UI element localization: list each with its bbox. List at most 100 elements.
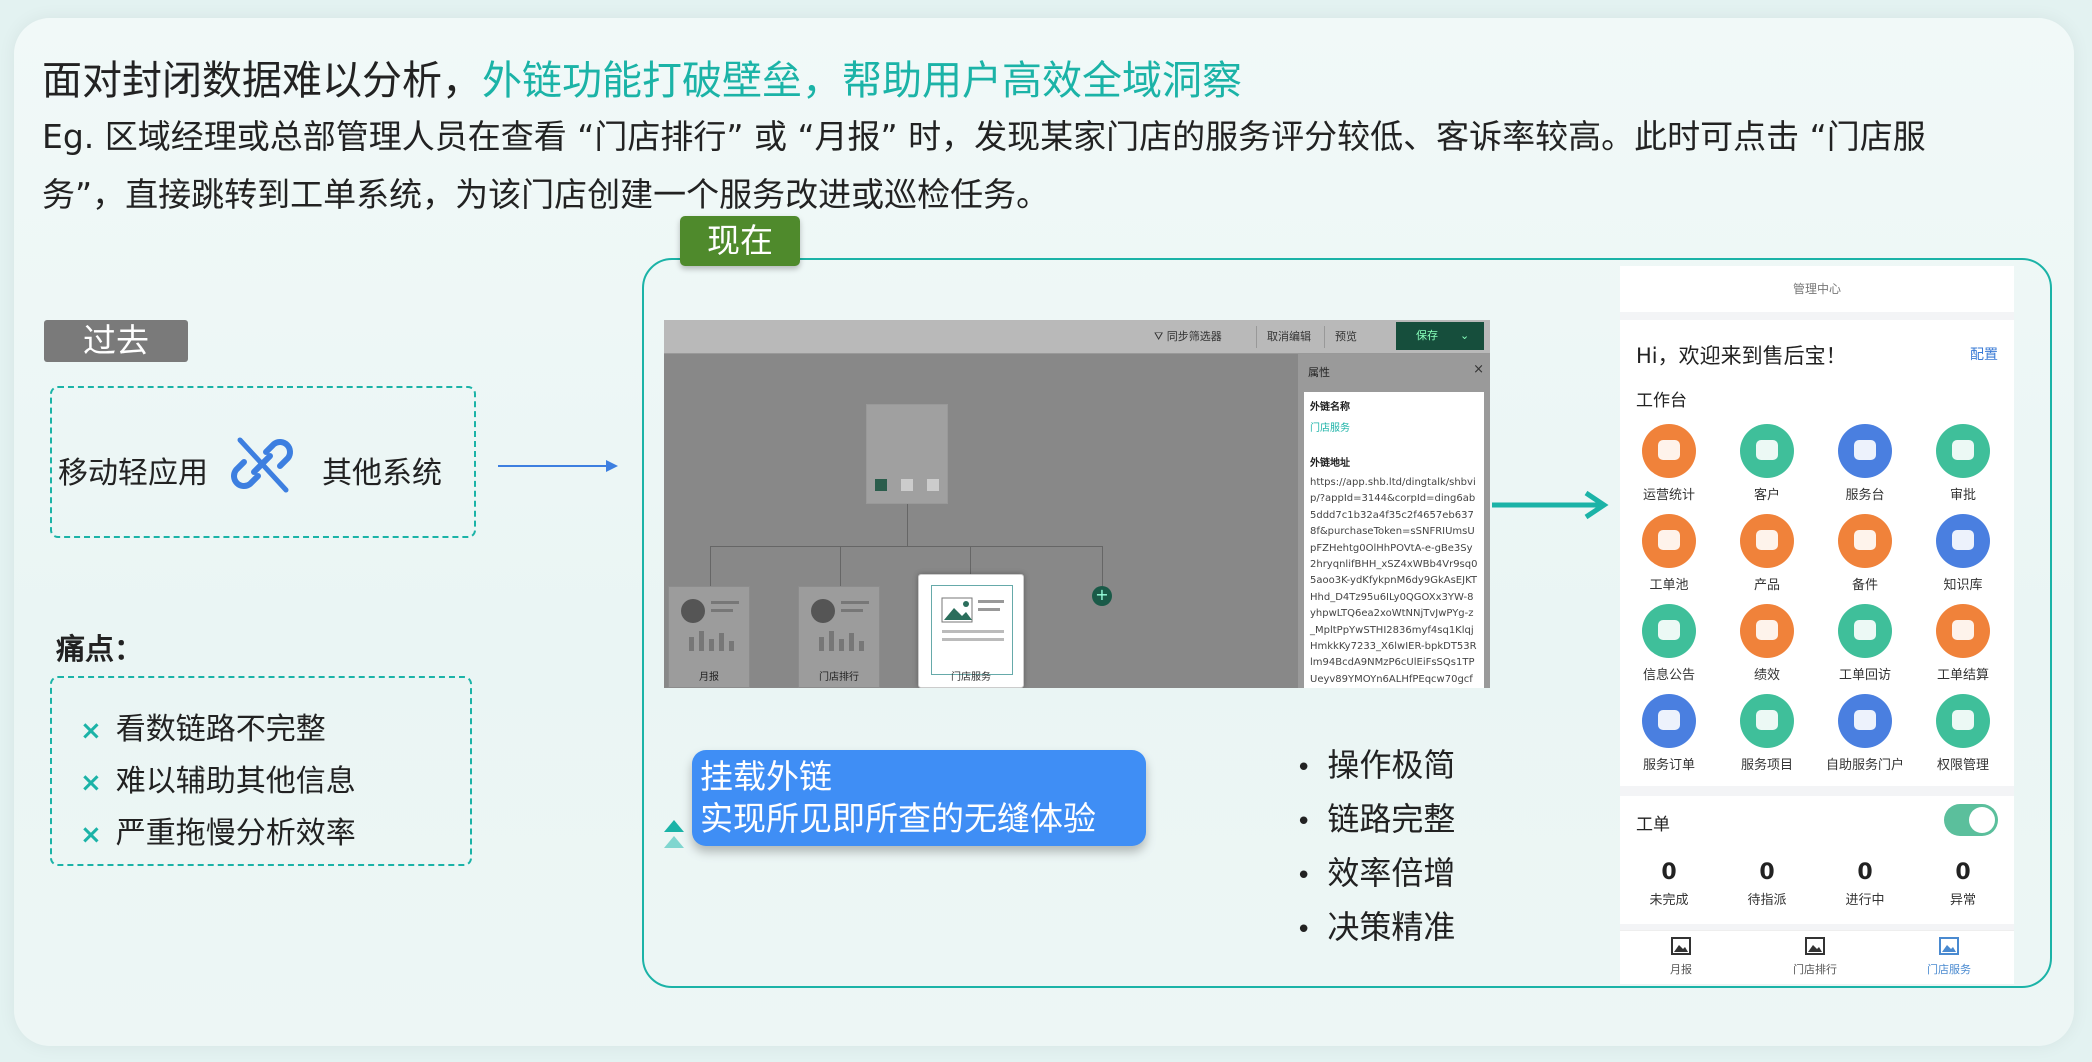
node-label: 门店排行 <box>819 672 859 683</box>
filter-icon: ⛛ <box>1154 330 1167 343</box>
app-icon <box>1838 604 1892 658</box>
stat-item[interactable]: 0 异常 <box>1914 860 2012 908</box>
app-tile[interactable]: 自助服务门户 <box>1816 694 1914 773</box>
app-tile[interactable]: 服务订单 <box>1620 694 1718 773</box>
mobile-app: 管理中心 Hi，欢迎来到售后宝！ 配置 工作台 运营统计 客户 服务台 审批 工单池 产品… <box>1620 266 2014 984</box>
pain-item: × 看数链路不完整 <box>80 712 326 747</box>
app-title: 管理中心 <box>1620 266 2014 312</box>
link-name-field[interactable]: 门店服务 <box>1310 419 1478 434</box>
app-tile[interactable]: 信息公告 <box>1620 604 1718 683</box>
link-url-field[interactable]: https://app.shb.ltd/dingtalk/shbvip/?app… <box>1310 475 1478 688</box>
app-icon <box>1838 424 1892 478</box>
save-button[interactable]: 保存 ⌄ <box>1396 322 1484 350</box>
sync-filter-button[interactable]: ⛛ 同步筛选器 <box>1154 326 1222 348</box>
app-icon <box>1642 604 1696 658</box>
cancel-edit-button[interactable]: 取消编辑 <box>1256 326 1311 348</box>
benefits-list: 操作极简 链路完整 效率倍增 决策精准 <box>1296 740 1455 956</box>
tree-connector <box>907 504 908 546</box>
node-store-service[interactable]: 门店服务 <box>918 574 1024 688</box>
tab-monthly-report[interactable]: 月报 <box>1620 937 1746 977</box>
panel-title: 属性 <box>1308 366 1330 379</box>
pain-box: × 看数链路不完整 × 难以辅助其他信息 × 严重拖慢分析效率 <box>50 676 472 866</box>
stat-item[interactable]: 0 待指派 <box>1718 860 1816 908</box>
stat-item[interactable]: 0 未完成 <box>1620 860 1718 908</box>
app-icon <box>1740 424 1794 478</box>
app-tile[interactable]: 产品 <box>1718 514 1816 593</box>
tab-store-service[interactable]: 门店服务 <box>1884 937 2014 977</box>
cross-icon: × <box>80 820 102 850</box>
tree-connector <box>970 546 971 574</box>
app-tile[interactable]: 权限管理 <box>1914 694 2012 773</box>
app-icon <box>1740 604 1794 658</box>
tab-bar: 月报 门店排行 门店服务 <box>1620 930 2014 984</box>
cross-icon: × <box>80 768 102 798</box>
panel-body: 外链名称 门店服务 外链地址 https://app.shb.ltd/dingt… <box>1304 392 1484 688</box>
app-label: 绩效 <box>1753 668 1780 683</box>
app-label: 审批 <box>1949 488 1976 503</box>
image-icon <box>1805 937 1825 955</box>
app-label: 运营统计 <box>1642 488 1695 503</box>
cross-icon: × <box>80 716 102 746</box>
image-icon <box>1939 937 1959 955</box>
past-box: 移动轻应用 其他系统 <box>50 386 476 538</box>
app-label: 服务项目 <box>1740 758 1793 773</box>
headline-prefix: 面对封闭数据难以分析， <box>42 58 482 104</box>
app-icon <box>1936 694 1990 748</box>
app-tile[interactable]: 备件 <box>1816 514 1914 593</box>
app-icon <box>1642 694 1696 748</box>
properties-panel: 属性 × 外链名称 门店服务 外链地址 https://app.shb.ltd/… <box>1298 354 1490 688</box>
root-node <box>866 404 948 504</box>
ticket-title: 工单 <box>1636 815 1670 835</box>
callout-line1: 挂载外链 <box>700 757 832 796</box>
app-label: 工单回访 <box>1838 668 1891 683</box>
callout-line2: 实现所见即所查的无缝体验 <box>700 799 1096 838</box>
app-tile[interactable]: 工单结算 <box>1914 604 2012 683</box>
ticket-toggle[interactable] <box>1944 804 1998 836</box>
app-icon <box>1936 514 1990 568</box>
past-right-label: 其他系统 <box>322 456 442 491</box>
pie-chart-icon <box>681 599 739 651</box>
app-icon <box>1838 694 1892 748</box>
app-tile[interactable]: 工单池 <box>1620 514 1718 593</box>
close-icon[interactable]: × <box>1473 362 1484 377</box>
app-icon <box>1740 514 1794 568</box>
app-tile[interactable]: 知识库 <box>1914 514 2012 593</box>
benefit-item: 链路完整 <box>1296 794 1455 848</box>
node-dot <box>875 479 887 491</box>
now-tag: 现在 <box>680 216 800 266</box>
app-label: 知识库 <box>1943 578 1983 593</box>
node-dot <box>927 479 939 491</box>
benefit-item: 效率倍增 <box>1296 848 1455 902</box>
app-tile[interactable]: 运营统计 <box>1620 424 1718 503</box>
pie-chart-icon <box>811 599 869 651</box>
config-link[interactable]: 配置 <box>1970 344 1998 364</box>
tree-connector <box>840 546 841 586</box>
node-label: 门店服务 <box>951 672 991 683</box>
app-icon <box>1936 604 1990 658</box>
stat-item[interactable]: 0 进行中 <box>1816 860 1914 908</box>
tab-store-ranking[interactable]: 门店排行 <box>1750 937 1880 977</box>
app-label: 客户 <box>1753 488 1780 503</box>
double-triangle-icon <box>664 820 684 848</box>
app-tile[interactable]: 服务台 <box>1816 424 1914 503</box>
app-label: 自助服务门户 <box>1825 758 1904 773</box>
app-tile[interactable]: 工单回访 <box>1816 604 1914 683</box>
add-node-button[interactable]: + <box>1092 586 1112 606</box>
app-tile[interactable]: 客户 <box>1718 424 1816 503</box>
callout-box: 挂载外链 实现所见即所查的无缝体验 <box>692 750 1146 846</box>
app-tile[interactable]: 绩效 <box>1718 604 1816 683</box>
ticket-section: 工单 0 未完成 0 待指派 0 进行中 0 异常 <box>1620 796 2014 924</box>
image-icon <box>941 597 1004 641</box>
description: Eg. 区域经理或总部管理人员在查看 “门店排行” 或 “月报” 时，发现某家门… <box>42 117 1926 214</box>
app-tile[interactable]: 服务项目 <box>1718 694 1816 773</box>
node-store-ranking[interactable]: 门店排行 <box>798 586 880 688</box>
app-icon <box>1936 424 1990 478</box>
headline-highlight: 外链功能打破壁垒，帮助用户高效全域洞察 <box>482 58 1242 104</box>
pain-item: × 难以辅助其他信息 <box>80 764 356 799</box>
node-monthly-report[interactable]: 月报 <box>668 586 750 688</box>
tree-connector <box>710 546 711 586</box>
preview-button[interactable]: 预览 <box>1324 326 1357 348</box>
app-tile[interactable]: 审批 <box>1914 424 2012 503</box>
node-dot <box>901 479 913 491</box>
app-label: 工单结算 <box>1936 668 1989 683</box>
